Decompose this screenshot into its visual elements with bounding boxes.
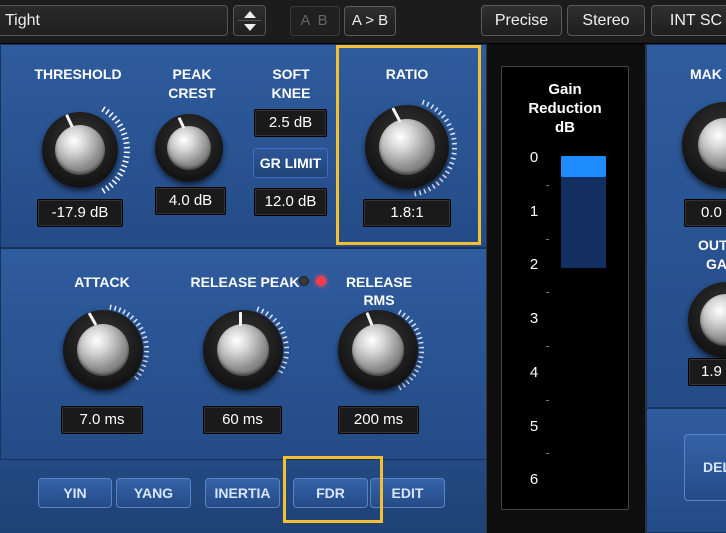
attack-value[interactable]: 7.0 ms [61,406,143,434]
threshold-knob[interactable] [28,98,132,202]
meter-title-line-2: Reduction [528,100,602,117]
output-gain-value[interactable]: 1.9 [688,358,726,386]
makeup-knob[interactable] [680,100,726,190]
meter-scale-tick [546,292,549,294]
release-rms-knob[interactable] [330,302,426,398]
peak-crest-label-2: CREST [168,85,216,101]
meter-title-line-1: Gain [548,81,582,98]
meter-scale-label: 5 [529,417,539,435]
stereo-button[interactable]: Stereo [567,5,645,36]
release-peak-led[interactable] [299,276,309,286]
meter-level-fill [561,156,606,178]
yin-button[interactable]: YIN [38,478,112,508]
gr-limit-button[interactable]: GR LIMIT [253,148,328,178]
meter-scale-label: 1 [529,202,539,220]
peak-crest-label-1: PEAK [172,66,212,82]
triangle-down-icon[interactable] [244,24,256,31]
meter-scale-label: 2 [529,256,539,274]
peak-crest-knob[interactable] [153,112,225,184]
output-gain-knob[interactable] [686,280,726,360]
meter-scale-label: 3 [529,310,539,328]
meter-scale-tick [546,453,549,455]
release-peak-knob[interactable] [195,302,291,398]
meter-title-line-3: dB [555,119,575,136]
meter-scale-label: 4 [529,363,539,381]
inertia-button[interactable]: INERTIA [205,478,280,508]
release-rms-led[interactable] [316,276,326,286]
preset-selector[interactable]: Tight [0,5,228,36]
release-rms-value[interactable]: 200 ms [338,406,419,434]
yang-button[interactable]: YANG [116,478,191,508]
threshold-label: THRESHOLD [34,66,122,82]
meter-scale-tick [546,184,549,186]
stepper-divider [238,20,261,21]
preset-stepper[interactable] [233,5,266,36]
top-toolbar: Tight A B A > B Precise Stereo INT SC [0,0,726,44]
attack-knob[interactable] [55,302,151,398]
triangle-up-icon[interactable] [244,11,256,18]
output-label-2: GA [706,256,726,272]
ratio-highlight-box [336,45,481,245]
soft-knee-value[interactable]: 2.5 dB [254,109,327,137]
gr-limit-value[interactable]: 12.0 dB [254,188,327,216]
ab-toggle-button[interactable]: A B [290,6,340,36]
meter-scale-tick [546,345,549,347]
delta-button[interactable]: DEL [684,434,726,501]
soft-knee-label-2: KNEE [271,85,311,101]
attack-label: ATTACK [74,274,130,290]
int-sc-button[interactable]: INT SC [651,5,726,36]
precise-button[interactable]: Precise [481,5,562,36]
fdr-highlight-box [283,456,383,523]
ab-copy-button[interactable]: A > B [344,6,396,36]
meter-scale-tick [546,399,549,401]
meter-title: Gain Reduction dB [501,80,629,137]
output-label-1: OUT [698,237,726,253]
meter-scale-tick [546,238,549,240]
soft-knee-label-1: SOFT [272,66,310,82]
meter-scale-label: 0 [529,149,539,166]
release-peak-label: RELEASE PEAK [190,274,300,290]
makeup-value[interactable]: 0.0 [684,199,726,227]
threshold-value[interactable]: -17.9 dB [37,199,123,227]
peak-crest-value[interactable]: 4.0 dB [155,187,226,215]
makeup-label: MAK [690,66,722,82]
meter-scale-label: 6 [529,471,539,489]
release-peak-value[interactable]: 60 ms [203,406,282,434]
